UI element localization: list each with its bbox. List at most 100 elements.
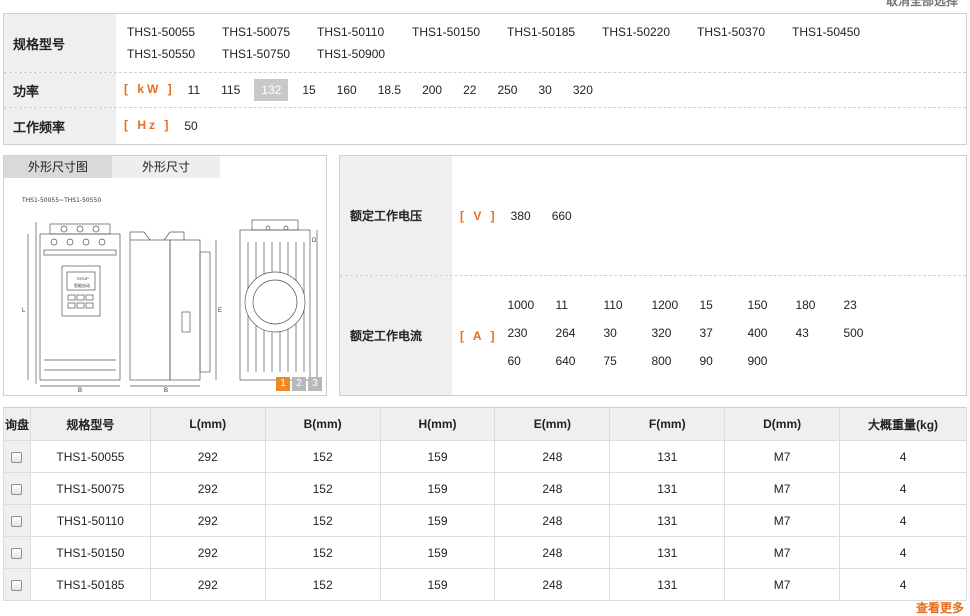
front-view <box>27 222 121 387</box>
current-option[interactable]: 500 <box>843 322 873 344</box>
current-option[interactable]: 640 <box>555 350 603 372</box>
filter-row-current: 额定工作电流 [ A ] 1000 11 110 1200 15 150 180 23 230 2… <box>340 276 966 395</box>
table-cell: 159 <box>379 440 496 473</box>
table-body: THS1-50055 292 152 159 248 131 M7 4 THS1-50075 29… <box>3 440 967 601</box>
page-2-button[interactable]: 2 <box>292 377 306 391</box>
table-cell: THS1-50185 <box>29 568 151 601</box>
voltage-option[interactable]: 660 <box>545 205 579 227</box>
model-option[interactable]: THS1-50900 <box>315 43 408 65</box>
power-option[interactable]: 15 <box>295 79 322 101</box>
inquiry-checkbox[interactable] <box>11 483 23 495</box>
power-option[interactable]: 22 <box>456 79 483 101</box>
model-option[interactable]: THS1-50110 <box>315 21 408 43</box>
power-option[interactable]: 115 <box>214 79 247 101</box>
current-option[interactable]: 180 <box>795 294 843 316</box>
clear-all-link[interactable]: 取消全部选择 <box>886 0 958 9</box>
column-header: F(mm) <box>609 407 726 441</box>
table-cell: 248 <box>494 504 611 537</box>
table-row: THS1-50055 292 152 159 248 131 M7 4 <box>3 440 967 473</box>
inquiry-cell <box>3 536 31 569</box>
dimension-image-panel: 外形尺寸图 外形尺寸 THS1-50055~THS1-50550 THS1P 智… <box>3 155 327 396</box>
voltage-unit: [ V ] <box>460 208 498 223</box>
table-cell: 131 <box>609 568 726 601</box>
power-unit: [ kW ] <box>124 82 175 96</box>
model-table: 询盘 规格型号 L(mm) B(mm) H(mm) E(mm) F(mm) D(mm) 大概重量… <box>3 407 967 601</box>
current-option[interactable]: 400 <box>747 322 795 344</box>
page-3-button[interactable]: 3 <box>308 377 322 391</box>
table-row: THS1-50110 292 152 159 248 131 M7 4 <box>3 504 967 537</box>
table-cell: THS1-50110 <box>29 504 151 537</box>
filter-label-power: 功率 <box>4 73 116 107</box>
power-option[interactable]: 160 <box>330 79 364 101</box>
model-option[interactable]: THS1-50075 <box>220 21 313 43</box>
model-option[interactable]: THS1-50750 <box>220 43 313 65</box>
current-option[interactable]: 1200 <box>651 294 699 316</box>
current-option[interactable]: 264 <box>555 322 603 344</box>
table-cell: 159 <box>379 504 496 537</box>
current-option[interactable]: 37 <box>699 322 747 344</box>
current-option[interactable]: 800 <box>651 350 699 372</box>
current-option[interactable]: 230 <box>507 322 555 344</box>
current-option[interactable]: 11 <box>555 294 603 316</box>
table-cell: 152 <box>264 440 381 473</box>
current-option[interactable]: 15 <box>699 294 747 316</box>
power-option[interactable]: 132 <box>254 79 289 101</box>
current-option[interactable]: 110 <box>603 294 651 316</box>
inquiry-checkbox[interactable] <box>11 547 23 559</box>
power-option[interactable]: 18.5 <box>371 79 408 101</box>
model-option[interactable]: THS1-50055 <box>125 21 218 43</box>
inquiry-cell <box>3 472 31 505</box>
current-option[interactable]: 23 <box>843 294 873 316</box>
table-cell: 159 <box>379 472 496 505</box>
power-option[interactable]: 11 <box>181 79 207 101</box>
model-option[interactable]: THS1-50450 <box>790 21 883 43</box>
column-header: 询盘 <box>3 407 31 441</box>
current-option[interactable]: 1000 <box>507 294 555 316</box>
electrical-panel: 额定工作电压 [ V ] 380 660 额定工作电流 [ A ] 1000 11 1… <box>339 155 967 396</box>
table-row: THS1-50075 292 152 159 248 131 M7 4 <box>3 472 967 505</box>
voltage-option[interactable]: 380 <box>504 205 538 227</box>
inquiry-checkbox[interactable] <box>11 451 23 463</box>
current-option[interactable]: 150 <box>747 294 795 316</box>
model-option[interactable]: THS1-50150 <box>410 21 503 43</box>
current-option[interactable]: 75 <box>603 350 651 372</box>
side-view <box>129 231 217 387</box>
current-option[interactable]: 43 <box>795 322 843 344</box>
view-more-link[interactable]: 查看更多 <box>916 599 964 616</box>
table-cell: 4 <box>839 440 967 473</box>
model-option[interactable]: THS1-50220 <box>600 21 693 43</box>
model-option[interactable]: THS1-50185 <box>505 21 598 43</box>
tab-dimension-drawing[interactable]: 外形尺寸图 <box>4 156 112 178</box>
frequency-option[interactable]: 50 <box>177 115 204 137</box>
model-option[interactable]: THS1-50370 <box>695 21 788 43</box>
current-option-grid: 1000 11 110 1200 15 150 180 23 230 264 30 320 37 400 4… <box>507 294 877 378</box>
table-cell: 4 <box>839 504 967 537</box>
tab-dimension[interactable]: 外形尺寸 <box>112 156 220 178</box>
power-option[interactable]: 250 <box>490 79 524 101</box>
power-option[interactable]: 200 <box>415 79 449 101</box>
current-options: [ A ] 1000 11 110 1200 15 150 180 23 230 264 30 320… <box>452 276 966 395</box>
column-header: H(mm) <box>379 407 496 441</box>
filter-label-frequency: 工作频率 <box>4 108 116 144</box>
table-cell: THS1-50075 <box>29 472 151 505</box>
current-option[interactable]: 90 <box>699 350 747 372</box>
power-options: [ kW ] 11 115 132 15 160 18.5 200 22 250 30 320 <box>116 73 966 107</box>
frequency-options: [ Hz ] 50 <box>116 108 966 144</box>
dim-label-b-side: B <box>164 388 168 392</box>
table-cell: 152 <box>264 568 381 601</box>
table-cell: 248 <box>494 472 611 505</box>
page-1-button[interactable]: 1 <box>276 377 290 391</box>
filter-panel: 规格型号 THS1-50055 THS1-50075 THS1-50110 THS1-… <box>3 13 967 145</box>
current-option[interactable]: 60 <box>507 350 555 372</box>
power-option[interactable]: 320 <box>566 79 600 101</box>
inquiry-checkbox[interactable] <box>11 515 23 527</box>
table-cell: 152 <box>264 472 381 505</box>
current-option[interactable]: 900 <box>747 350 795 372</box>
power-option[interactable]: 30 <box>531 79 558 101</box>
table-cell: M7 <box>724 440 841 473</box>
column-header: E(mm) <box>494 407 611 441</box>
current-option[interactable]: 30 <box>603 322 651 344</box>
current-option[interactable]: 320 <box>651 322 699 344</box>
inquiry-checkbox[interactable] <box>11 579 23 591</box>
model-option[interactable]: THS1-50550 <box>125 43 218 65</box>
